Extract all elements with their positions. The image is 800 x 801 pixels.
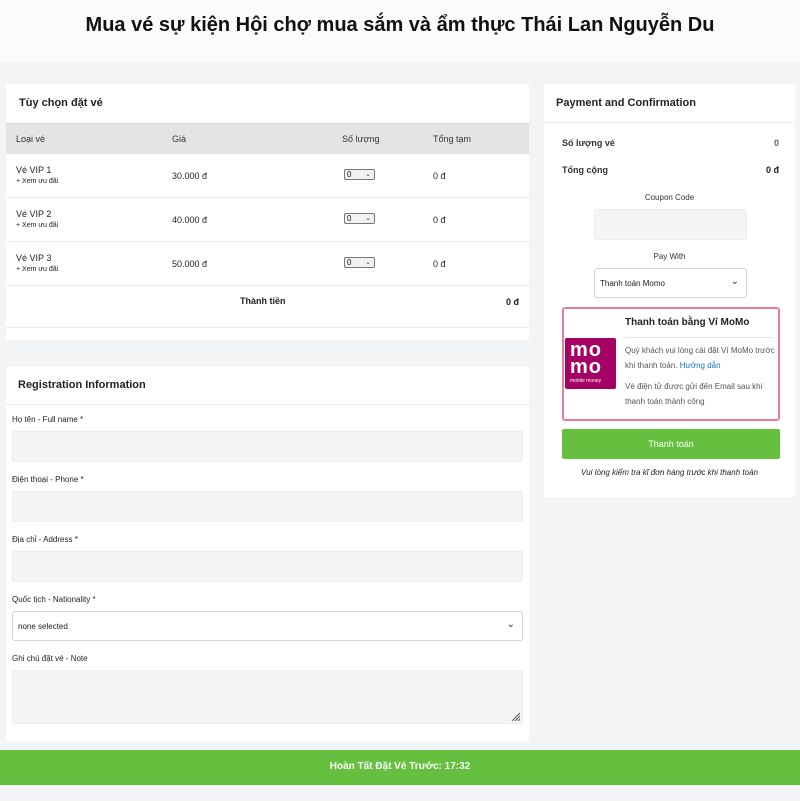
divider <box>6 404 529 405</box>
ticket-name: Vé VIP 2 <box>16 209 52 219</box>
address-input[interactable] <box>12 551 523 582</box>
countdown-bar: Hoàn Tất Đặt Vé Trước: 17:32 <box>0 750 800 785</box>
momo-info-box: mo mo mobile money Thanh toán bằng Ví Mo… <box>562 307 780 421</box>
quantity-select[interactable]: 0 ⌄ <box>344 257 375 268</box>
registration-panel: Registration Information Họ tên - Full n… <box>6 367 529 742</box>
chevron-down-icon: ⌄ <box>730 276 739 287</box>
quantity-select[interactable]: 0 ⌄ <box>344 169 375 180</box>
payment-method-select[interactable]: Thanh toán Momo ⌄ <box>594 268 747 298</box>
ticket-row-vip2: Vé VIP 2 + Xem ưu đãi 40.000 đ 0 ⌄ 0 đ <box>6 198 529 242</box>
ticket-subtotal: 0 đ <box>433 215 446 225</box>
momo-email-note: Vé điện tử được gửi đến Email sau khi th… <box>625 382 763 406</box>
header-subtotal: Tổng tạm <box>433 134 472 144</box>
coupon-input[interactable] <box>594 209 747 240</box>
ticket-table-header: Loại vé Giá Số lượng Tổng tạm <box>6 123 529 154</box>
chevron-down-icon: ⌄ <box>365 215 371 222</box>
ticket-price: 30.000 đ <box>172 171 208 181</box>
phone-input[interactable] <box>12 491 523 522</box>
ticket-name: Vé VIP 3 <box>16 253 52 263</box>
ticket-count-value: 0 <box>773 138 779 148</box>
view-offer-link[interactable]: + Xem ưu đãi <box>16 266 58 273</box>
ticket-price: 50.000 đ <box>172 259 208 269</box>
momo-guide-link[interactable]: Hướng dẫn <box>680 361 721 370</box>
momo-title: Thanh toán bằng Ví MoMo <box>625 317 750 328</box>
quantity-select[interactable]: 0 ⌄ <box>344 213 375 224</box>
note-label: Ghi chú đặt vé - Note <box>12 654 88 663</box>
ticket-count-label: Số lượng vé <box>562 138 615 148</box>
grand-total-value: 0 đ <box>765 165 779 175</box>
quantity-value: 0 <box>347 258 352 267</box>
address-label: Địa chỉ - Address * <box>12 535 78 544</box>
fullname-label: Họ tên - Full name * <box>12 415 84 424</box>
resize-handle-icon[interactable] <box>510 711 520 721</box>
header-qty: Số lượng <box>342 134 380 144</box>
payment-note: Vui lòng kiểm tra kĩ đơn hàng trước khi … <box>581 468 758 477</box>
payment-panel: Payment and Confirmation Số lượng vé 0 T… <box>544 84 795 497</box>
ticket-name: Vé VIP 1 <box>16 165 52 175</box>
momo-logo-text: mo <box>570 356 602 378</box>
total-label: Thành tiền <box>240 296 286 306</box>
quantity-value: 0 <box>347 170 352 179</box>
countdown-text: Hoàn Tất Đặt Vé Trước: 17:32 <box>329 761 471 772</box>
ticket-options-panel: Tùy chọn đặt vé Loại vé Giá Số lượng Tổn… <box>6 84 529 340</box>
chevron-down-icon: ⌄ <box>365 171 371 178</box>
page-title: Mua vé sự kiện Hội chợ mua sắm và ẩm thự… <box>85 14 715 36</box>
ticket-total-row: Thành tiền 0 đ <box>6 286 529 328</box>
momo-logo: mo mo mobile money <box>565 338 616 389</box>
ticket-row-vip3: Vé VIP 3 + Xem ưu đãi 50.000 đ 0 ⌄ 0 đ <box>6 242 529 286</box>
momo-logo-subtext: mobile money <box>570 378 602 384</box>
payment-title: Payment and Confirmation <box>556 97 696 109</box>
fullname-input[interactable] <box>12 431 523 462</box>
view-offer-link[interactable]: + Xem ưu đãi <box>16 178 58 185</box>
header-type: Loại vé <box>16 134 46 144</box>
total-value: 0 đ <box>505 297 519 307</box>
page-header: Mua vé sự kiện Hội chợ mua sắm và ẩm thự… <box>0 0 800 62</box>
chevron-down-icon: ⌄ <box>365 259 371 266</box>
paywith-label: Pay With <box>653 252 686 261</box>
chevron-down-icon: ⌄ <box>506 619 515 630</box>
coupon-label: Coupon Code <box>644 193 695 202</box>
grand-total-label: Tổng cộng <box>562 165 608 175</box>
ticket-panel-title: Tùy chọn đặt vé <box>19 97 103 109</box>
ticket-row-vip1: Vé VIP 1 + Xem ưu đãi 30.000 đ 0 ⌄ 0 đ <box>6 154 529 198</box>
payment-method-value: Thanh toán Momo <box>600 279 665 288</box>
view-offer-link[interactable]: + Xem ưu đãi <box>16 222 58 229</box>
nationality-select[interactable]: none selected ⌄ <box>12 611 523 641</box>
nationality-label: Quốc tịch - Nationality * <box>12 595 96 604</box>
ticket-subtotal: 0 đ <box>433 171 446 181</box>
divider <box>544 122 795 123</box>
quantity-value: 0 <box>347 214 352 223</box>
registration-title: Registration Information <box>18 379 146 391</box>
pay-button[interactable]: Thanh toán <box>562 429 780 459</box>
nationality-value: none selected <box>18 622 68 631</box>
header-price: Giá <box>172 134 187 144</box>
divider <box>625 337 773 338</box>
note-textarea[interactable] <box>12 670 523 724</box>
ticket-subtotal: 0 đ <box>433 259 446 269</box>
ticket-price: 40.000 đ <box>172 215 208 225</box>
momo-instructions: Quý khách vui lòng cài đặt Ví MoMo trước… <box>625 343 775 373</box>
phone-label: Điện thoại - Phone * <box>12 475 84 484</box>
